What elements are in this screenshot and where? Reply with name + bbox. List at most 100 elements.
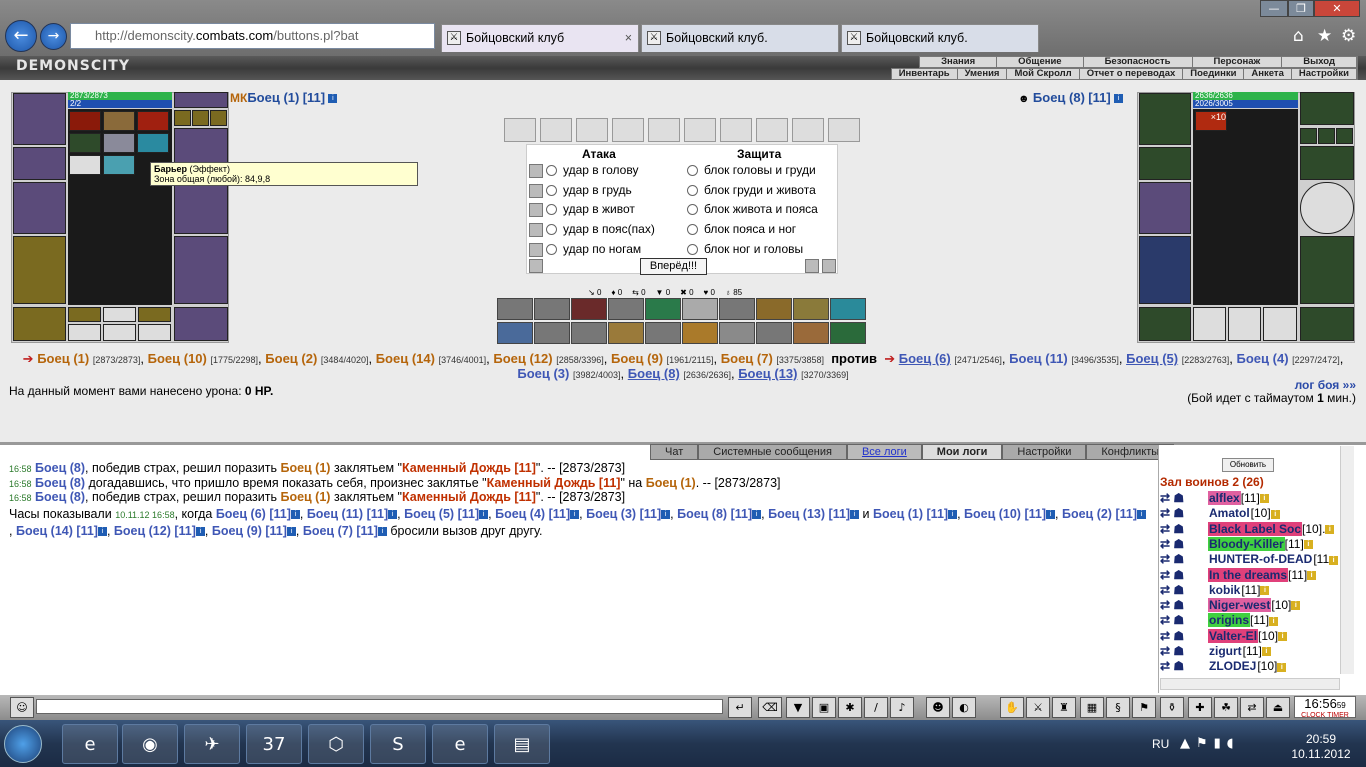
player-name[interactable]: Black Label Soc [1208, 521, 1303, 536]
attack-belly[interactable]: удар в живот [529, 202, 635, 217]
send-icon[interactable]: ↵ [728, 697, 752, 718]
info-icon[interactable]: i [1329, 555, 1339, 565]
flag-icon[interactable]: ⚑ [1132, 697, 1156, 718]
menu-settings[interactable]: Настройки [1292, 69, 1357, 79]
team2-fighter[interactable]: Боец (8) [628, 366, 680, 381]
team1-fighter[interactable]: Боец (7) [721, 351, 773, 366]
skill-icon[interactable] [756, 298, 792, 320]
team2-fighter[interactable]: Боец (6) [899, 351, 951, 366]
player-name[interactable]: HUNTER-of-DEAD [1208, 552, 1313, 566]
player-icons[interactable]: ⇄ ☗ [1160, 629, 1208, 643]
attack-chest[interactable]: удар в грудь [529, 183, 632, 198]
earrings-slot[interactable] [13, 147, 66, 180]
earrings-slot[interactable] [1139, 147, 1191, 180]
scroll-slot-empty[interactable] [540, 118, 572, 142]
helmet-slot[interactable] [1139, 93, 1191, 145]
player-name[interactable]: zigurt [1208, 644, 1243, 658]
scroll-slot[interactable] [68, 307, 101, 322]
close-tab-icon[interactable]: × [625, 25, 632, 52]
weapon-slot[interactable] [13, 182, 66, 234]
player-name[interactable]: ZLODEJ [1208, 659, 1257, 673]
skill-icon[interactable] [682, 298, 718, 320]
maximize-button[interactable]: ❐ [1288, 0, 1314, 17]
player-name[interactable]: alflex [1208, 491, 1241, 505]
player-name[interactable]: Niger-west [1208, 598, 1272, 613]
scroll-slot[interactable] [138, 307, 171, 322]
effect-icon[interactable] [103, 111, 135, 131]
ring-slot[interactable] [192, 110, 209, 126]
team1-fighter[interactable]: Боец (9) [611, 351, 663, 366]
forward-button[interactable]: → [40, 23, 67, 50]
attack-radio[interactable] [546, 165, 557, 177]
player-row[interactable]: ⇄ ☗ origins[11] i [1160, 613, 1279, 628]
player-row[interactable]: ⇄ ☗ HUNTER-of-DEAD[11 i [1160, 552, 1339, 566]
save-icon[interactable]: ▣ [812, 697, 836, 718]
team2-fighter[interactable]: Боец (3) [517, 366, 569, 381]
player-icons[interactable]: ⇄ ☗ [1160, 522, 1208, 536]
amulet-slot[interactable] [174, 92, 228, 108]
player-name[interactable]: kobik [1208, 583, 1241, 597]
player-row[interactable]: ⇄ ☗ Amatol[10] i [1160, 506, 1280, 520]
sword-icon[interactable]: ⚔ [1026, 697, 1050, 718]
player-icons[interactable]: ⇄ ☗ [1160, 659, 1208, 673]
block-belly-belt[interactable]: блок живота и пояса [687, 202, 818, 216]
filter-icon[interactable]: ▼ [786, 697, 810, 718]
skill-icon[interactable] [645, 322, 681, 344]
block-radio[interactable] [687, 204, 698, 216]
info-icon[interactable]: i [1114, 94, 1124, 104]
boots-slot[interactable] [1300, 307, 1354, 341]
right-fighter-name[interactable]: Боец (8) [1033, 90, 1085, 105]
player-name[interactable]: Valter-El [1208, 628, 1259, 643]
gift-icon[interactable]: ✚ [1188, 697, 1212, 718]
empty-scroll-slot[interactable] [1263, 307, 1297, 341]
attack-toggle-icon[interactable] [529, 202, 543, 217]
bag-icon[interactable]: ♜ [1052, 697, 1076, 718]
player-name[interactable]: Amatol [1208, 506, 1251, 520]
skill-icon[interactable] [682, 322, 718, 344]
empty-scroll-slot[interactable] [68, 324, 101, 341]
armor-slot[interactable] [1139, 236, 1191, 304]
player-name[interactable]: Bloody-Killer [1208, 536, 1285, 551]
skill-icon[interactable] [830, 298, 866, 320]
ring-slot[interactable] [210, 110, 227, 126]
offhand-slot[interactable] [174, 182, 228, 234]
player-row[interactable]: ⇄ ☗ alflex[11] i [1160, 491, 1269, 505]
info-icon[interactable]: i [1269, 616, 1279, 626]
ring-slot[interactable] [1318, 128, 1335, 144]
attack-groin[interactable]: удар в пояс(пах) [529, 222, 655, 237]
player-row[interactable]: ⇄ ☗ In the dreams[11] i [1160, 567, 1317, 582]
team1-fighter[interactable]: Боец (14) [376, 351, 435, 366]
scroll-icon[interactable]: § [1106, 697, 1130, 718]
chat-input[interactable] [36, 699, 723, 714]
menu-character[interactable]: Персонаж [1193, 57, 1283, 67]
tab-2[interactable]: ⚔ Бойцовский клуб. [641, 24, 839, 52]
player-row[interactable]: ⇄ ☗ Black Label Soc[10]. i [1160, 521, 1335, 536]
language-indicator[interactable]: RU [1152, 737, 1169, 751]
scroll-slot-empty[interactable] [684, 118, 716, 142]
chest-icon[interactable]: ▦ [1080, 697, 1104, 718]
belt-slot[interactable] [1139, 307, 1191, 341]
attack-radio[interactable] [546, 185, 557, 197]
skype-taskbar-icon[interactable]: S [370, 724, 426, 764]
attack-radio[interactable] [546, 224, 557, 236]
skill-icon[interactable] [719, 322, 755, 344]
exchange-icon[interactable]: ⇄ [1240, 697, 1264, 718]
scroll-slot-empty[interactable] [576, 118, 608, 142]
exit-icon[interactable]: ⏏ [1266, 697, 1290, 718]
skill-icon[interactable] [534, 298, 570, 320]
player-row[interactable]: ⇄ ☗ kobik[11] i [1160, 583, 1270, 597]
chrome-taskbar-icon[interactable]: ◉ [122, 724, 178, 764]
scroll-slot-empty[interactable] [828, 118, 860, 142]
menu-profile[interactable]: Анкета [1244, 69, 1292, 79]
block-radio[interactable] [687, 185, 698, 197]
menu-skills[interactable]: Умения [958, 69, 1008, 79]
player-icons[interactable]: ⇄ ☗ [1160, 568, 1208, 582]
team1-fighter[interactable]: Боец (2) [265, 351, 317, 366]
boots-slot[interactable] [174, 307, 228, 341]
info-icon[interactable]: i [1278, 632, 1288, 642]
block-radio[interactable] [687, 224, 698, 236]
emoticon-icon[interactable]: ☻ [926, 697, 950, 718]
shield-icon[interactable] [822, 259, 836, 273]
system-clock[interactable]: 20:59 10.11.2012 [1290, 732, 1352, 762]
block-radio[interactable] [687, 165, 698, 177]
